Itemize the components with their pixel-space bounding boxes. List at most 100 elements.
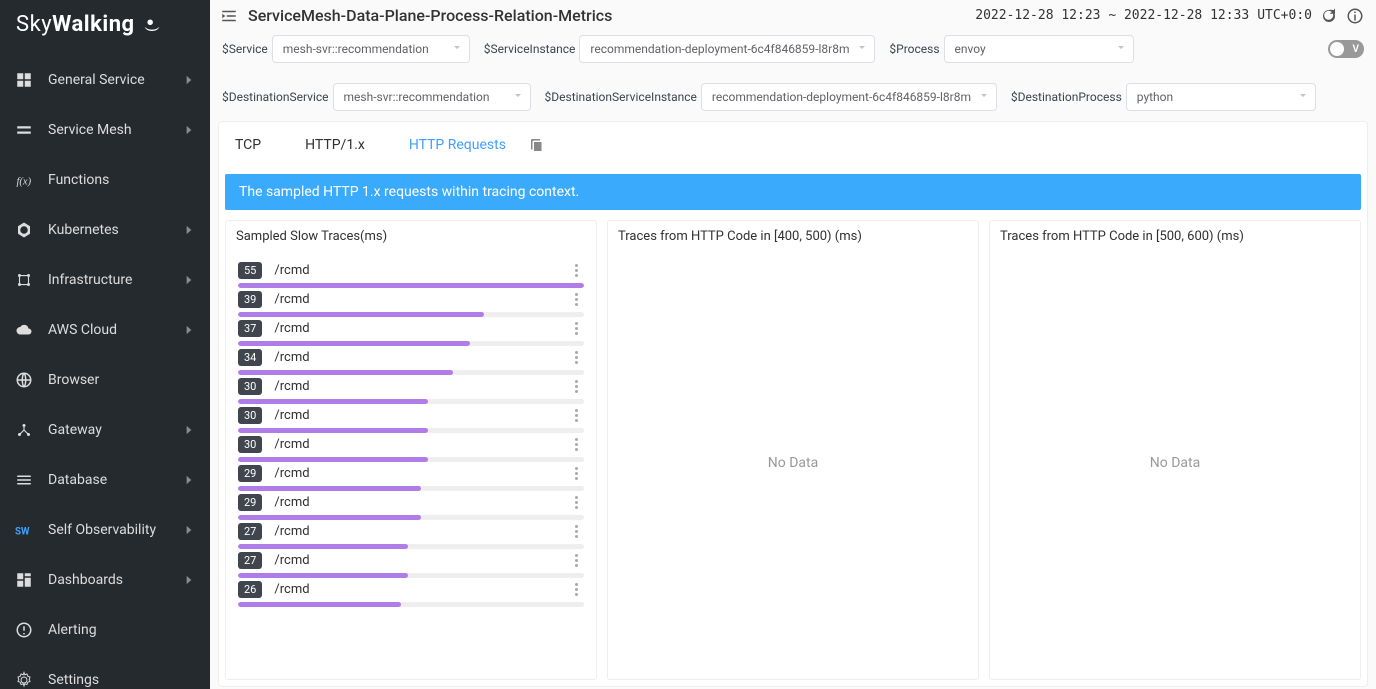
kebab-icon[interactable] <box>568 380 584 393</box>
chevron-right-icon <box>182 423 196 437</box>
trace-label[interactable]: /rcmd <box>274 379 556 394</box>
trace-bar <box>238 544 584 549</box>
sidebar-item-dashboards[interactable]: Dashboards <box>0 555 210 605</box>
time-range[interactable]: 2022-12-28 12:23 ~ 2022-12-28 12:33 <box>975 8 1249 23</box>
trace-bar <box>238 312 584 317</box>
logo-icon <box>141 14 163 36</box>
trace-value-badge: 30 <box>238 407 262 424</box>
trace-bar <box>238 283 584 288</box>
select-value: mesh-svr::recommendation <box>283 42 429 56</box>
filter-service: $Servicemesh-svr::recommendation <box>222 35 470 63</box>
trace-label[interactable]: /rcmd <box>274 321 556 336</box>
sidebar-item-self-observability[interactable]: SWSelf Observability <box>0 505 210 555</box>
kebab-icon[interactable] <box>568 496 584 509</box>
sidebar-item-label: Gateway <box>48 422 102 438</box>
trace-value-badge: 34 <box>238 349 262 366</box>
kebab-icon[interactable] <box>568 409 584 422</box>
select-destinationprocess[interactable]: python <box>1126 83 1316 111</box>
kebab-icon[interactable] <box>568 351 584 364</box>
page-title: ServiceMesh-Data-Plane-Process-Relation-… <box>248 6 612 25</box>
kebab-icon[interactable] <box>568 583 584 596</box>
sidebar-item-functions[interactable]: f(x)Functions <box>0 155 210 205</box>
select-value: recommendation-deployment-6c4f846859-l8r… <box>590 42 849 56</box>
trace-bar <box>238 370 584 375</box>
filter-label: $DestinationService <box>222 90 329 104</box>
sidebar-menu: General Service Service Mesh f(x)Functions… <box>0 55 210 689</box>
trace-value-badge: 39 <box>238 291 262 308</box>
panel-title: Traces from HTTP Code in [500, 600) (ms) <box>1000 229 1350 244</box>
sidebar-item-database[interactable]: Database <box>0 455 210 505</box>
sidebar-item-kubernetes[interactable]: Kubernetes <box>0 205 210 255</box>
refresh-icon[interactable] <box>1320 7 1338 25</box>
trace-bar <box>238 573 584 578</box>
trace-label[interactable]: /rcmd <box>274 553 556 568</box>
gateway-icon <box>14 420 34 440</box>
sidebar-item-alerting[interactable]: Alerting <box>0 605 210 655</box>
outdent-icon[interactable] <box>220 7 238 25</box>
select-destinationservice[interactable]: mesh-svr::recommendation <box>333 83 531 111</box>
trace-row: 39/rcmd <box>238 291 584 317</box>
trace-label[interactable]: /rcmd <box>274 263 556 278</box>
trace-value-badge: 30 <box>238 436 262 453</box>
select-destinationserviceinstance[interactable]: recommendation-deployment-6c4f846859-l8r… <box>701 83 997 111</box>
kebab-icon[interactable] <box>568 554 584 567</box>
select-serviceinstance[interactable]: recommendation-deployment-6c4f846859-l8r… <box>579 35 875 63</box>
chevron-down-icon <box>856 42 868 57</box>
kebab-icon[interactable] <box>568 264 584 277</box>
trace-row: 30/rcmd <box>238 407 584 433</box>
gear-icon <box>14 670 34 689</box>
sidebar-item-label: Alerting <box>48 622 97 638</box>
sidebar-item-label: Service Mesh <box>48 122 132 138</box>
select-service[interactable]: mesh-svr::recommendation <box>272 35 470 63</box>
copy-icon[interactable] <box>528 136 546 154</box>
tab-http-requests[interactable]: HTTP Requests <box>405 127 510 163</box>
select-process[interactable]: envoy <box>944 35 1134 63</box>
trace-label[interactable]: /rcmd <box>274 495 556 510</box>
kebab-icon[interactable] <box>568 467 584 480</box>
trace-value-badge: 29 <box>238 494 262 511</box>
trace-label[interactable]: /rcmd <box>274 437 556 452</box>
sidebar-item-browser[interactable]: Browser <box>0 355 210 405</box>
trace-label[interactable]: /rcmd <box>274 582 556 597</box>
kebab-icon[interactable] <box>568 322 584 335</box>
trace-row: 26/rcmd <box>238 581 584 607</box>
sidebar-item-infrastructure[interactable]: Infrastructure <box>0 255 210 305</box>
globe-icon <box>14 370 34 390</box>
chevron-down-icon <box>451 42 463 57</box>
kebab-icon[interactable] <box>568 438 584 451</box>
trace-value-badge: 29 <box>238 465 262 482</box>
filter-destinationprocess: $DestinationProcesspython <box>1011 83 1316 111</box>
tab-tcp[interactable]: TCP <box>231 127 265 163</box>
fx-icon: f(x) <box>14 170 34 190</box>
sidebar-item-settings[interactable]: Settings <box>0 655 210 689</box>
trace-label[interactable]: /rcmd <box>274 350 556 365</box>
kebab-icon[interactable] <box>568 525 584 538</box>
sidebar-item-aws-cloud[interactable]: AWS Cloud <box>0 305 210 355</box>
chevron-right-icon <box>182 73 196 87</box>
select-value: envoy <box>955 42 986 56</box>
cloud-icon <box>14 320 34 340</box>
trace-row: 30/rcmd <box>238 378 584 404</box>
db-icon <box>14 470 34 490</box>
chevron-right-icon <box>182 323 196 337</box>
panel-title: Sampled Slow Traces(ms) <box>236 229 586 244</box>
chevron-right-icon <box>182 223 196 237</box>
select-value: mesh-svr::recommendation <box>344 90 490 104</box>
trace-label[interactable]: /rcmd <box>274 524 556 539</box>
filter-label: $Process <box>889 42 939 56</box>
trace-row: 34/rcmd <box>238 349 584 375</box>
sidebar-item-service-mesh[interactable]: Service Mesh <box>0 105 210 155</box>
trace-label[interactable]: /rcmd <box>274 292 556 307</box>
filter-destinationserviceinstance: $DestinationServiceInstance recommendatio… <box>545 83 997 111</box>
trace-label[interactable]: /rcmd <box>274 466 556 481</box>
tab-http-1-x[interactable]: HTTP/1.x <box>301 127 369 163</box>
sidebar-item-general-service[interactable]: General Service <box>0 55 210 105</box>
sidebar-item-gateway[interactable]: Gateway <box>0 405 210 455</box>
trace-label[interactable]: /rcmd <box>274 408 556 423</box>
view-toggle[interactable]: V <box>1328 40 1364 58</box>
self-icon: SW <box>14 520 34 540</box>
chevron-right-icon <box>182 273 196 287</box>
kebab-icon[interactable] <box>568 293 584 306</box>
info-icon[interactable] <box>1346 7 1364 25</box>
filter-label: $DestinationServiceInstance <box>545 90 697 104</box>
